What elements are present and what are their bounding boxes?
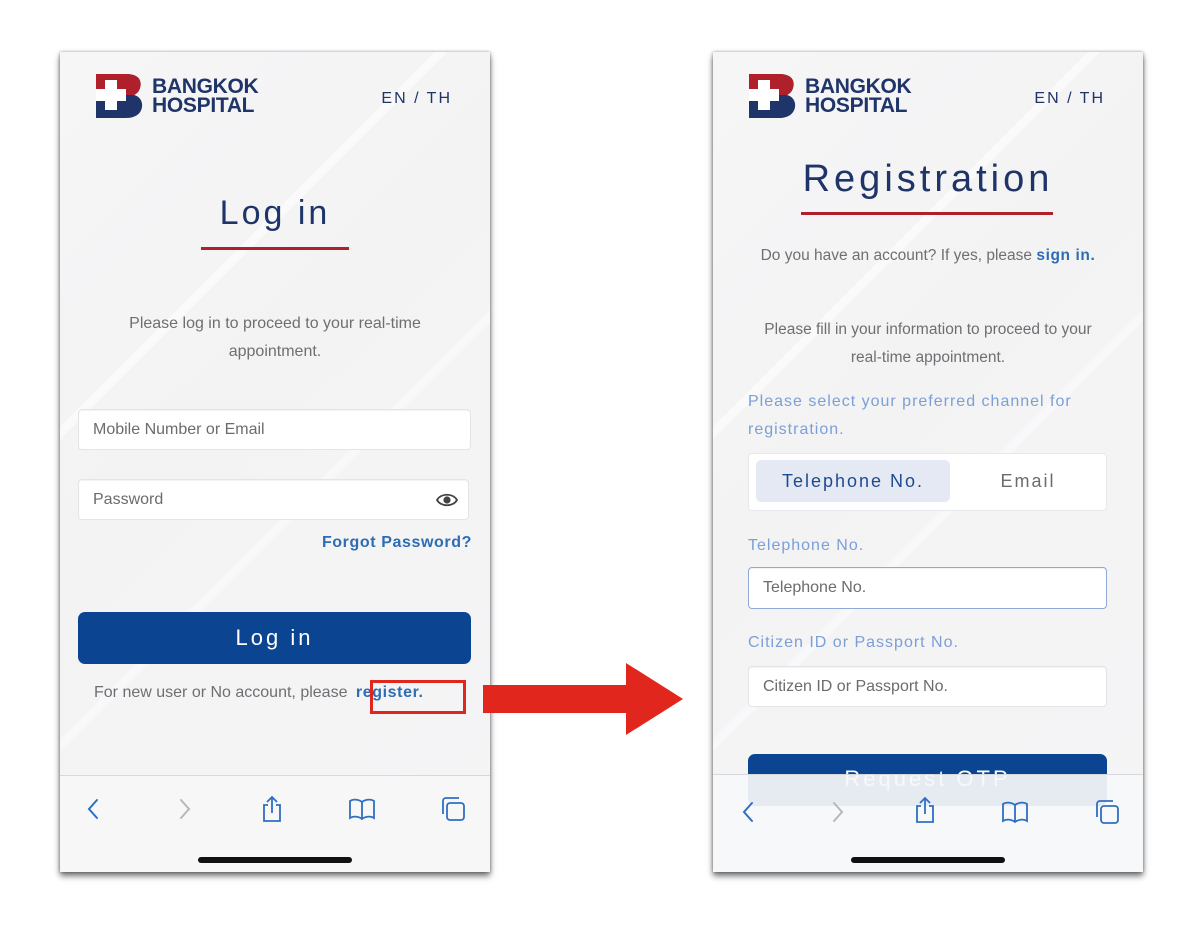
login-button[interactable]: Log in xyxy=(78,612,471,664)
logo-mark-icon xyxy=(96,74,143,118)
title-underline xyxy=(201,247,349,250)
channel-option-email[interactable]: Email xyxy=(954,460,1102,502)
share-icon[interactable] xyxy=(257,794,287,824)
logo-line-2: HOSPITAL xyxy=(152,94,255,117)
forward-icon[interactable] xyxy=(170,794,200,824)
register-highlight-box xyxy=(370,680,466,714)
password-placeholder: Password xyxy=(93,490,164,508)
channel-option-telephone[interactable]: Telephone No. xyxy=(756,460,950,502)
citizen-id-label: Citizen ID or Passport No. xyxy=(748,634,959,651)
logo-text: BANGKOK HOSPITAL xyxy=(152,76,259,117)
header: BANGKOK HOSPITAL EN / TH xyxy=(96,74,454,122)
login-subtitle: Please log in to proceed to your real-ti… xyxy=(129,315,421,360)
registration-screen: BANGKOK HOSPITAL EN / TH Registration Do… xyxy=(713,52,1143,872)
page-title: Registration xyxy=(802,158,1054,200)
citizen-id-placeholder: Citizen ID or Passport No. xyxy=(763,677,948,695)
forward-icon[interactable] xyxy=(823,797,853,827)
have-account-row: Do you have an account? If yes, please s… xyxy=(749,242,1107,270)
home-indicator xyxy=(198,857,352,863)
login-screen: BANGKOK HOSPITAL EN / TH Log in Please l… xyxy=(60,52,490,872)
citizen-id-input[interactable]: Citizen ID or Passport No. xyxy=(748,666,1107,707)
header: BANGKOK HOSPITAL EN / TH xyxy=(749,74,1107,122)
background-pattern xyxy=(60,52,490,872)
bookmarks-icon[interactable] xyxy=(1000,797,1030,827)
forgot-password-link[interactable]: Forgot Password? xyxy=(322,534,472,552)
bangkok-hospital-logo[interactable]: BANGKOK HOSPITAL xyxy=(96,74,259,118)
share-icon[interactable] xyxy=(910,795,940,825)
browser-toolbar xyxy=(60,775,490,872)
page-title: Log in xyxy=(219,194,331,232)
logo-line-2: HOSPITAL xyxy=(805,94,908,117)
sign-in-link[interactable]: sign in. xyxy=(1036,247,1095,264)
browser-toolbar xyxy=(713,774,1143,872)
logo-mark-icon xyxy=(749,74,796,118)
bangkok-hospital-logo[interactable]: BANGKOK HOSPITAL xyxy=(749,74,912,118)
back-icon[interactable] xyxy=(733,797,763,827)
mobile-email-placeholder: Mobile Number or Email xyxy=(93,420,265,438)
language-toggle[interactable]: EN / TH xyxy=(381,90,452,108)
have-account-prompt: Do you have an account? If yes, please xyxy=(760,247,1033,264)
home-indicator xyxy=(851,857,1005,863)
logo-text: BANGKOK HOSPITAL xyxy=(805,76,912,117)
tabs-icon[interactable] xyxy=(438,794,468,824)
eye-icon[interactable] xyxy=(436,492,458,508)
back-icon[interactable] xyxy=(78,794,108,824)
language-toggle[interactable]: EN / TH xyxy=(1034,90,1105,108)
bookmarks-icon[interactable] xyxy=(347,794,377,824)
telephone-label: Telephone No. xyxy=(748,537,865,554)
telephone-input[interactable]: Telephone No. xyxy=(748,567,1107,609)
channel-selector: Telephone No. Email xyxy=(748,453,1107,511)
title-underline xyxy=(801,212,1053,215)
password-input[interactable]: Password xyxy=(78,479,469,520)
transition-arrow-icon xyxy=(483,663,683,735)
info-text: Please fill in your information to proce… xyxy=(764,321,1092,366)
channel-prompt: Please select your preferred channel for… xyxy=(748,393,1072,438)
telephone-placeholder: Telephone No. xyxy=(763,579,867,596)
register-prompt: For new user or No account, please xyxy=(94,684,348,701)
tabs-icon[interactable] xyxy=(1092,797,1122,827)
mobile-email-input[interactable]: Mobile Number or Email xyxy=(78,409,471,450)
